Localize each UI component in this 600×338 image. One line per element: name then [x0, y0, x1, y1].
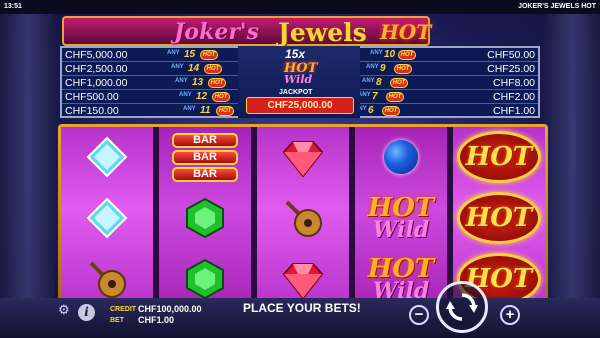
hot-wild-wild-text: Wild: [372, 217, 430, 243]
left-hot-icon: HOT: [208, 78, 226, 88]
right-payout-amount: CHF2.00: [492, 91, 535, 103]
hot-wild-icon: HOT Wild: [368, 193, 435, 243]
right-symbol-count: 10: [384, 49, 396, 60]
jackpot-multiplier: 15x: [285, 47, 306, 61]
sapphire-icon: [384, 140, 418, 174]
reel-cell: [257, 188, 349, 248]
reel-cell: [61, 188, 153, 248]
credit-label: CREDIT: [110, 306, 137, 313]
left-symbol-count: 14: [188, 63, 200, 74]
left-any-label: ANY: [167, 50, 180, 56]
reel-cell: BAR BAR BAR: [159, 127, 251, 187]
right-hot-icon: HOT: [386, 92, 404, 102]
blue-diamond-icon: [86, 136, 128, 178]
right-any-label: ANY: [370, 50, 383, 56]
title-part-3: HOT: [380, 20, 432, 44]
left-symbol-count: 11: [200, 105, 211, 116]
game-title: Joker's Jewels HOT: [62, 16, 432, 47]
left-any-label: ANY: [175, 78, 188, 84]
hot-icon: HOT: [457, 131, 541, 183]
bet-label: BET: [110, 317, 124, 324]
jackpot-wild-logo: Wild: [284, 73, 313, 86]
left-payout-amount: CHF500.00: [65, 91, 119, 103]
reel-4: HOT Wild HOT Wild: [355, 127, 447, 309]
reel-cell: HOT: [453, 127, 545, 187]
bar-tile: BAR: [172, 149, 238, 165]
blue-diamond-icon: [86, 197, 128, 239]
reel-cell: [159, 188, 251, 248]
reel-2: BAR BAR BAR: [159, 127, 251, 309]
left-payout-amount: CHF5,000.00: [65, 49, 128, 61]
right-payout-amount: CHF8.00: [492, 77, 535, 89]
background: Joker's Jewels HOT CHF5,000.00 ANY 15 HOT AN…: [0, 14, 600, 338]
jackpot-panel: 15x HOT Wild JACKPOT CHF25,000.00: [238, 46, 360, 118]
game-name: JOKER'S JEWELS HOT: [518, 3, 596, 10]
left-payout-amount: CHF1,000.00: [65, 77, 128, 89]
jackpot-value: CHF25,000.00: [246, 97, 354, 114]
left-symbol-count: 12: [196, 91, 208, 102]
bar-tile: BAR: [172, 132, 238, 148]
left-any-label: ANY: [171, 64, 184, 70]
left-symbol-count: 15: [184, 49, 196, 60]
right-payout-amount: CHF25.00: [487, 63, 535, 75]
increase-bet-button[interactable]: +: [500, 305, 520, 325]
right-payout-amount: CHF1.00: [492, 105, 535, 117]
right-pillar: [545, 14, 600, 304]
control-bar: ⚙ i CREDIT CHF100,000.00 BET CHF1.00 PLA…: [0, 281, 600, 338]
green-gem-icon: [186, 197, 224, 239]
left-symbol-count: 13: [192, 77, 204, 88]
left-payout-amount: CHF150.00: [65, 105, 119, 117]
left-hot-icon: HOT: [212, 92, 230, 102]
hot-icon: HOT: [457, 192, 541, 244]
right-any-label: ANY: [366, 64, 379, 70]
reel-cell: HOT: [453, 188, 545, 248]
status-message: PLACE YOUR BETS!: [243, 301, 361, 315]
left-hot-icon: HOT: [200, 50, 218, 60]
right-hot-icon: HOT: [394, 64, 412, 74]
right-hot-icon: HOT: [390, 78, 408, 88]
bet-value: CHF1.00: [138, 315, 175, 325]
right-symbol-count: 7: [372, 91, 378, 102]
status-strip: 13:51 JOKER'S JEWELS HOT: [0, 0, 600, 14]
left-any-label: ANY: [183, 106, 196, 112]
left-pillar: [0, 14, 55, 304]
reel-cell: [355, 127, 447, 187]
clock: 13:51: [4, 3, 22, 10]
left-payout-amount: CHF2,500.00: [65, 63, 128, 75]
reel-1: [61, 127, 153, 309]
spin-icon: [446, 293, 478, 321]
right-symbol-count: 9: [380, 63, 386, 74]
title-part-1: Joker's: [174, 19, 260, 45]
right-payout-amount: CHF50.00: [487, 49, 535, 61]
right-hot-icon: HOT: [382, 106, 400, 116]
triple-bar-icon: BAR BAR BAR: [172, 132, 238, 183]
left-any-label: ANY: [179, 92, 192, 98]
spin-button[interactable]: [436, 281, 488, 333]
decrease-bet-button[interactable]: −: [409, 305, 429, 325]
reel-grid: BAR BAR BAR HOT Wild HOT Wild HOT HOT HOT: [61, 127, 545, 309]
right-hot-icon: HOT: [398, 50, 416, 60]
reel-3: [257, 127, 349, 309]
jackpot-label: JACKPOT: [279, 89, 313, 96]
red-gem-icon: [282, 263, 324, 300]
right-any-label: ANY: [362, 78, 375, 84]
credit-value: CHF100,000.00: [138, 304, 202, 314]
right-symbol-count: 6: [368, 105, 374, 116]
reel-cell: HOT Wild: [355, 188, 447, 248]
title-part-2: Jewels: [278, 18, 367, 47]
left-hot-icon: HOT: [216, 106, 234, 116]
info-icon[interactable]: i: [78, 304, 95, 321]
reel-cell: [257, 127, 349, 187]
right-symbol-count: 8: [376, 77, 382, 88]
hot-wild-icon: HOT Wild: [368, 254, 435, 304]
left-hot-icon: HOT: [204, 64, 222, 74]
gear-icon[interactable]: ⚙: [58, 302, 70, 318]
reel-cell: [61, 127, 153, 187]
red-gem-icon: [282, 141, 324, 178]
green-gem-icon: [186, 258, 224, 300]
lute-icon: [285, 200, 322, 237]
lute-icon: [89, 261, 126, 298]
bar-tile: BAR: [172, 166, 238, 182]
